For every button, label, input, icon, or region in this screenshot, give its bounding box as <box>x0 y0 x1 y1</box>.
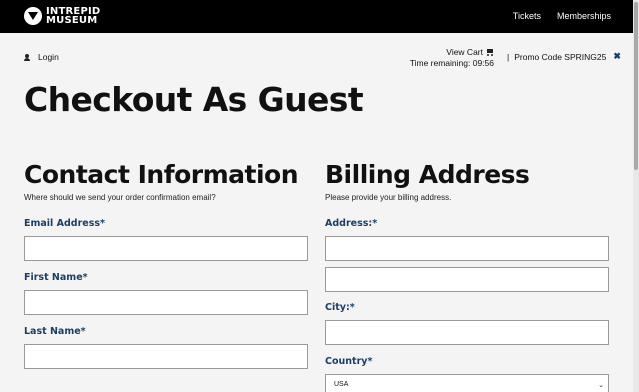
email-label: Email Address* <box>24 218 105 229</box>
logo-line-2: MUSEUM <box>46 15 98 26</box>
chevron-down-icon: ⌄ <box>598 382 604 389</box>
address-line2-field[interactable] <box>325 267 609 292</box>
nav-tickets[interactable]: Tickets <box>513 11 541 21</box>
billing-section-title: Billing Address <box>325 160 530 189</box>
promo-code: | Promo Code SPRING25 ✖ <box>507 51 621 62</box>
address-label: Address:* <box>325 218 378 229</box>
login-link[interactable]: Login <box>24 52 59 62</box>
last-name-field[interactable] <box>24 344 308 369</box>
time-remaining: Time remaining: 09:56 <box>410 58 494 69</box>
view-cart-label: View Cart <box>446 47 483 57</box>
address-line1-field[interactable] <box>325 236 609 261</box>
country-selected-value: USA <box>334 381 349 388</box>
page-title: Checkout As Guest <box>24 80 364 119</box>
time-remaining-label: Time remaining: <box>409 58 471 68</box>
top-navigation-bar: INTREPID MUSEUM Tickets Memberships <box>0 0 633 33</box>
billing-section-subtitle: Please provide your billing address. <box>325 193 452 202</box>
cart-icon <box>486 49 494 56</box>
close-icon[interactable]: ✖ <box>613 51 621 62</box>
user-icon <box>24 53 30 61</box>
view-cart-link[interactable]: View Cart <box>410 47 494 58</box>
email-field[interactable] <box>24 236 308 261</box>
promo-code-label: Promo Code SPRING25 <box>514 51 607 62</box>
logo-text: INTREPID MUSEUM <box>46 7 100 26</box>
contact-section-title: Contact Information <box>24 160 299 189</box>
country-select[interactable]: USA ⌄ <box>325 374 609 392</box>
scrollbar-thumb[interactable] <box>634 2 638 170</box>
last-name-label: Last Name* <box>24 326 86 337</box>
contact-information-section: Contact Information Where should we send… <box>24 160 308 202</box>
country-label: Country* <box>325 356 373 367</box>
first-name-label: First Name* <box>24 272 88 283</box>
cart-summary: View Cart Time remaining: 09:56 <box>410 47 494 69</box>
login-label: Login <box>38 52 59 62</box>
city-label: City:* <box>325 302 355 313</box>
museum-logo[interactable]: INTREPID MUSEUM <box>24 7 100 26</box>
first-name-field[interactable] <box>24 290 308 315</box>
promo-separator: | <box>507 51 510 62</box>
billing-address-section: Billing Address Please provide your bill… <box>325 160 609 202</box>
nav-memberships[interactable]: Memberships <box>557 11 611 21</box>
page-scrollbar[interactable] <box>633 0 639 392</box>
logo-icon <box>24 7 42 25</box>
time-remaining-value: 09:56 <box>472 58 494 68</box>
city-field[interactable] <box>325 320 609 345</box>
main-nav: Tickets Memberships <box>513 11 611 21</box>
contact-section-subtitle: Where should we send your order confirma… <box>24 193 216 202</box>
